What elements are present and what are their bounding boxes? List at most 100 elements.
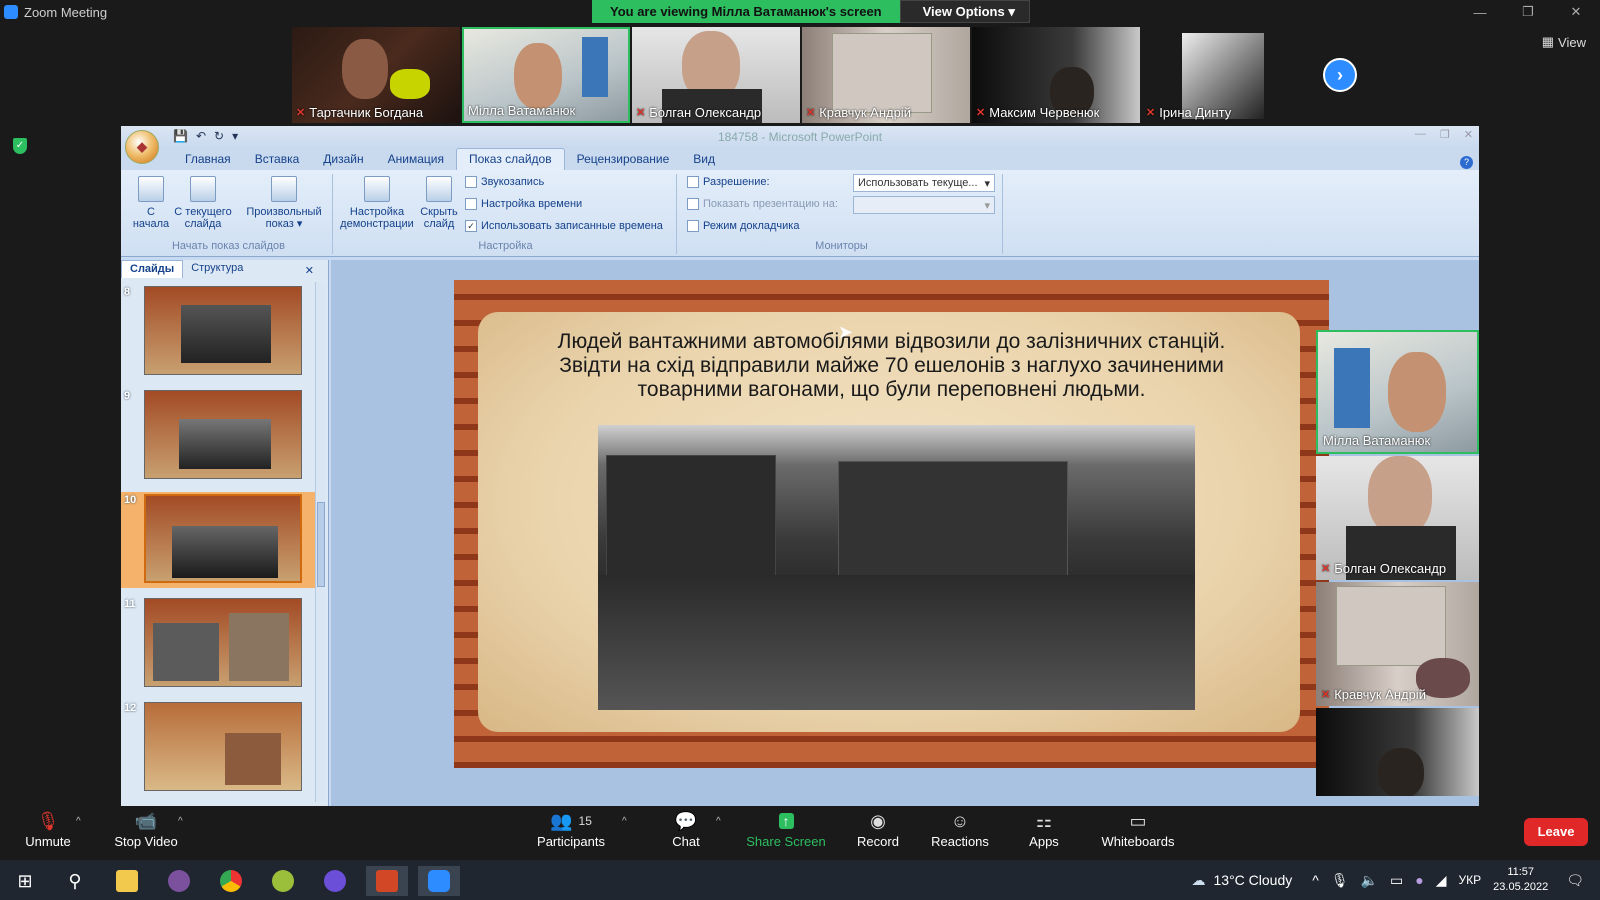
next-page-button[interactable]: › [1323, 58, 1357, 92]
slide-thumbnail[interactable]: 9 [121, 388, 317, 484]
video-tile[interactable]: Мілла Ватаманюк [462, 27, 630, 123]
group-label: Настройка [478, 240, 533, 252]
minimize-icon[interactable]: — [1415, 128, 1426, 141]
slide-number: 8 [124, 286, 131, 298]
muted-mic-icon: 🎙 [36, 810, 60, 831]
setup-show-button[interactable]: Настройка демонстрации [337, 176, 417, 230]
chevron-up-icon[interactable]: ^ [1312, 872, 1319, 888]
whiteboards-button[interactable]: ▭ Whiteboards [1098, 808, 1178, 850]
unmute-button[interactable]: 🎙 Unmute [20, 808, 76, 850]
video-tile[interactable]: Мілла Ватаманюк [1316, 330, 1479, 454]
slide-editor: Людей вантажними автомобілями відвозили … [331, 260, 1479, 806]
tab-view[interactable]: Вид [681, 149, 727, 170]
stop-video-button[interactable]: 📹 Stop Video [110, 808, 182, 850]
muted-mic-icon: ✕ [296, 107, 306, 119]
participant-name: Ірина Динту [1159, 105, 1232, 120]
app-icon[interactable] [262, 866, 304, 896]
video-tile[interactable]: ✕ Ірина Динту [1142, 27, 1310, 123]
video-tile[interactable]: ✕ Максим Червенюк [972, 27, 1140, 123]
close-icon[interactable]: ✕ [1464, 128, 1473, 141]
document-title: 184758 - Microsoft PowerPoint [717, 130, 883, 144]
record-button[interactable]: ◉ Record [850, 808, 906, 850]
battery-icon[interactable]: ▭ [1390, 872, 1403, 889]
leave-button[interactable]: Leave [1524, 818, 1588, 846]
chat-button[interactable]: 💬 Chat [664, 808, 708, 850]
chrome-icon[interactable] [210, 866, 252, 896]
wifi-icon[interactable]: ◢ [1436, 872, 1447, 889]
viber-tray-icon[interactable]: ● [1415, 872, 1423, 888]
view-button[interactable]: ▦ View [1542, 34, 1586, 50]
audio-options-caret[interactable]: ^ [76, 816, 81, 827]
clock-icon [465, 198, 477, 210]
slide-thumbnail[interactable]: 8 [121, 284, 317, 380]
presenter-view-checkbox[interactable]: Режим докладчика [687, 220, 799, 232]
muted-mic-icon: ✕ [806, 107, 816, 119]
powerpoint-icon[interactable] [366, 866, 408, 896]
participants-button[interactable]: 👥 15 Participants [534, 808, 608, 850]
slide-thumbnail[interactable]: 10 [121, 492, 317, 588]
office-button[interactable]: ◆ [125, 130, 159, 164]
custom-show-button[interactable]: Произвольный показ ▾ [239, 176, 329, 230]
microphone-icon[interactable]: 🎙 [1331, 872, 1349, 889]
tab-slideshow[interactable]: Показ слайдов [455, 148, 565, 170]
viber-icon[interactable] [158, 866, 200, 896]
tab-home[interactable]: Главная [173, 149, 243, 170]
weather-label[interactable]: 13°C Cloudy [1214, 872, 1293, 888]
close-icon[interactable]: ✕ [297, 262, 322, 279]
share-screen-button[interactable]: ↑ Share Screen [742, 808, 830, 849]
minimize-icon[interactable]: — [1456, 0, 1504, 24]
restore-icon[interactable]: ❐ [1440, 128, 1450, 141]
security-shield-icon[interactable]: ✓ [13, 138, 27, 154]
file-explorer-icon[interactable] [106, 866, 148, 896]
windows-start-icon[interactable]: ⊞ [4, 866, 46, 896]
video-tile[interactable]: ✕ Болган Олександр [632, 27, 800, 123]
tab-review[interactable]: Рецензирование [565, 149, 682, 170]
video-options-caret[interactable]: ^ [178, 816, 183, 827]
volume-icon[interactable]: 🔈 [1361, 872, 1378, 889]
close-icon[interactable]: ✕ [1552, 0, 1600, 24]
video-tile[interactable] [1316, 708, 1479, 796]
resolution-select[interactable]: Использовать текуще... ▾ [853, 174, 995, 192]
video-tile[interactable]: ✕ Болган Олександр [1316, 456, 1479, 580]
video-tile[interactable]: ✕ Тартачник Богдана [292, 27, 460, 123]
tab-outline[interactable]: Структура [183, 260, 251, 278]
record-icon: ◉ [870, 810, 886, 831]
from-start-button[interactable]: С начала [129, 176, 173, 230]
zoom-icon[interactable] [418, 866, 460, 896]
tab-design[interactable]: Дизайн [311, 149, 375, 170]
video-tile[interactable]: ✕ Кравчук Андрій [802, 27, 970, 123]
tab-insert[interactable]: Вставка [243, 149, 312, 170]
current-slide[interactable]: Людей вантажними автомобілями відвозили … [454, 280, 1329, 768]
apps-button[interactable]: ⚏ Apps [1024, 808, 1064, 850]
monitor-icon [687, 198, 699, 210]
hide-slide-button[interactable]: Скрыть слайд [417, 176, 461, 230]
notifications-icon[interactable]: 🗨 [1566, 872, 1584, 889]
cloud-icon: ☁ [1191, 871, 1206, 888]
muted-mic-icon: ✕ [1321, 563, 1331, 575]
participants-options-caret[interactable]: ^ [622, 816, 627, 827]
checkbox-checked-icon: ✓ [465, 220, 477, 232]
record-narration-button[interactable]: Звукозапись [465, 176, 544, 188]
clock[interactable]: 11:57 23.05.2022 [1493, 865, 1548, 895]
show-on-select[interactable]: ▾ [853, 196, 995, 214]
search-icon[interactable]: ⚲ [54, 866, 96, 896]
language-indicator[interactable]: УКР [1459, 873, 1482, 887]
tab-animation[interactable]: Анимация [376, 149, 456, 170]
browser-icon[interactable] [314, 866, 356, 896]
use-timings-checkbox[interactable]: ✓ Использовать записанные времена [465, 220, 663, 232]
share-screen-icon: ↑ [778, 813, 794, 829]
video-tile[interactable]: ✕ Кравчук Андрій [1316, 582, 1479, 706]
slide-thumbnail[interactable]: 12 [121, 700, 317, 796]
help-icon[interactable]: ? [1460, 156, 1473, 169]
from-current-button[interactable]: С текущего слайда [173, 176, 233, 230]
tab-slides[interactable]: Слайды [121, 260, 184, 278]
view-options-button[interactable]: View Options ▾ [899, 0, 1030, 23]
chat-options-caret[interactable]: ^ [716, 816, 721, 827]
ribbon-tabs: Главная Вставка Дизайн Анимация Показ сл… [121, 148, 1479, 170]
panel-scrollbar[interactable] [315, 282, 325, 802]
scrollbar-thumb[interactable] [317, 502, 325, 587]
slide-thumbnail[interactable]: 11 [121, 596, 317, 692]
rehearse-timings-button[interactable]: Настройка времени [465, 198, 582, 210]
reactions-button[interactable]: ☺ Reactions [924, 808, 996, 850]
restore-icon[interactable]: ❐ [1504, 0, 1552, 24]
